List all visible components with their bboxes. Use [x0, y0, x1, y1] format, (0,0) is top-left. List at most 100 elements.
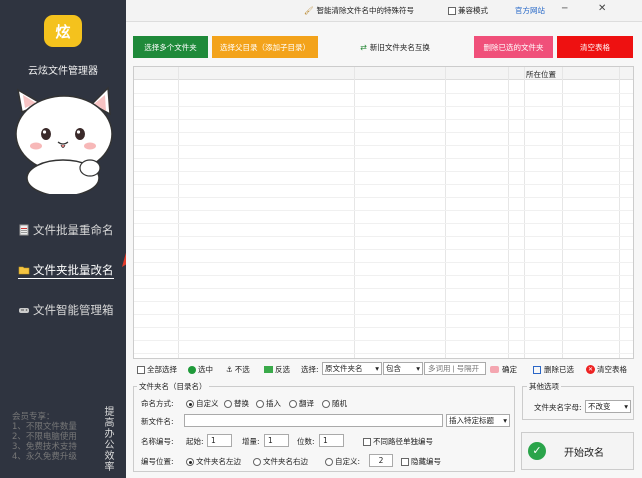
- deselect-button[interactable]: ⚓ 不选: [226, 364, 250, 375]
- case-select[interactable]: 不改变 ▾: [585, 400, 631, 413]
- mode-select-value: 包含: [386, 364, 401, 373]
- chevron-down-icon: ▾: [416, 364, 420, 373]
- member-benefits: 会员专享： 1、不限文件数量 2、不限电脑使用 3、免费技术支持 4、永久免费升…: [12, 412, 77, 462]
- gamepad-icon: [18, 304, 30, 316]
- compat-label: 兼容模式: [458, 6, 488, 15]
- delete-selected-folders-button[interactable]: 删除已选的文件夹: [474, 36, 553, 58]
- logo-text: 炫: [55, 22, 71, 41]
- radio-icon: [289, 399, 297, 408]
- select-parent-dir-button[interactable]: 选择父目录（添加子目录）: [212, 36, 318, 58]
- naming-mode-translate[interactable]: 翻译: [289, 398, 314, 409]
- invert-selection-button[interactable]: 反选: [264, 364, 290, 375]
- official-site-link[interactable]: 官方网站: [515, 5, 545, 16]
- radio-icon: [186, 457, 194, 466]
- app-logo: 炫: [44, 15, 82, 47]
- start-input[interactable]: 1: [207, 434, 232, 447]
- position-left-label: 文件夹名左边: [196, 457, 241, 466]
- checkbox-icon: [401, 457, 409, 466]
- confirm-button[interactable]: 确定: [490, 364, 517, 375]
- options-group-title: 文件夹名（目录名）: [137, 381, 209, 392]
- field-select-value: 原文件夹名: [325, 364, 363, 373]
- case-select-value: 不改变: [588, 402, 611, 411]
- delete-icon: [533, 365, 541, 374]
- confirm-label: 确定: [502, 365, 517, 374]
- clean-label: 智能清除文件名中的特殊符号: [316, 6, 415, 15]
- delete-selected-button[interactable]: 删除已选: [533, 364, 574, 375]
- naming-mode-label-text: 插入: [266, 399, 281, 408]
- position-right-radio[interactable]: 文件夹名右边: [253, 456, 308, 467]
- start-label: 起始:: [186, 437, 204, 446]
- naming-mode-random[interactable]: 随机: [322, 398, 347, 409]
- radio-icon: [186, 399, 194, 408]
- column-header-location: 所在位置: [526, 70, 556, 79]
- select-label: 选中: [198, 365, 213, 374]
- select-button[interactable]: 选中: [188, 364, 213, 375]
- nav-item-folder-rename[interactable]: 文件夹批量改名: [18, 262, 114, 279]
- other-options-title: 其他选项: [527, 381, 561, 392]
- minimize-button[interactable]: ─: [562, 4, 567, 14]
- swap-label: 新旧文件夹名互换: [369, 42, 430, 52]
- clean-special-chars-link[interactable]: 🖌 智能清除文件名中的特殊符号: [304, 5, 414, 16]
- number-position-label: 编号位置:: [141, 457, 174, 466]
- folder-table[interactable]: 所在位置: [133, 66, 634, 359]
- swap-icon: ⇄: [360, 42, 367, 52]
- invert-icon: [264, 366, 273, 373]
- naming-mode-replace[interactable]: 替换: [224, 398, 249, 409]
- benefit-line: 2、不限电脑使用: [12, 432, 77, 442]
- chevron-down-icon: ▾: [375, 364, 379, 373]
- close-button[interactable]: ✕: [598, 3, 606, 14]
- delete-selected-label: 删除已选: [544, 365, 574, 374]
- select-all-label: 全部选择: [147, 365, 177, 374]
- green-dot-icon: [188, 365, 196, 374]
- nav-label: 文件批量重命名: [33, 223, 114, 237]
- chevron-down-icon: ▾: [624, 402, 628, 411]
- numbering-label: 名称编号:: [141, 437, 174, 446]
- nav-label: 文件夹批量改名: [33, 263, 114, 277]
- insert-title-select[interactable]: 插入特定标题 ▾: [446, 414, 510, 427]
- position-custom-label: 自定义:: [335, 457, 361, 466]
- clear-table-link[interactable]: ✕ 清空表格: [586, 364, 627, 375]
- step-label: 增量:: [242, 437, 260, 446]
- new-name-input[interactable]: [184, 414, 443, 427]
- swap-names-button[interactable]: ⇄ 新旧文件夹名互换: [350, 36, 440, 58]
- document-icon: [18, 224, 30, 236]
- benefit-line: 会员专享：: [12, 412, 55, 422]
- start-rename-button[interactable]: ✓ 开始改名: [521, 432, 634, 470]
- brush-icon: 🖌: [304, 6, 314, 15]
- select-all-checkbox[interactable]: 全部选择: [137, 364, 177, 375]
- compat-mode-checkbox[interactable]: 兼容模式: [448, 5, 488, 16]
- filter-input[interactable]: [424, 362, 486, 375]
- mascot-cat-image: [15, 86, 113, 194]
- checkbox-icon: [448, 6, 456, 15]
- naming-mode-insert[interactable]: 插入: [256, 398, 281, 409]
- separate-numbering-label: 不同路径单独编号: [373, 437, 433, 446]
- table-header: [134, 67, 633, 80]
- position-right-label: 文件夹名右边: [263, 457, 308, 466]
- app-title: 云炫文件管理器: [28, 66, 98, 77]
- mode-select[interactable]: 包含 ▾: [383, 362, 423, 375]
- nav-item-smart-manager[interactable]: 文件智能管理箱: [18, 302, 114, 318]
- start-rename-label: 开始改名: [564, 447, 604, 459]
- naming-mode-label-text: 翻译: [299, 399, 314, 408]
- invert-label: 反选: [275, 365, 290, 374]
- custom-position-input[interactable]: 2: [369, 454, 393, 467]
- benefit-line: 1、不限文件数量: [12, 422, 77, 432]
- folder-icon: [18, 264, 30, 276]
- nav-item-file-rename[interactable]: 文件批量重命名: [18, 222, 114, 238]
- anchor-icon: ⚓: [226, 365, 233, 374]
- top-bar: 🖌 智能清除文件名中的特殊符号 兼容模式 官方网站 ─ ✕: [126, 0, 642, 22]
- radio-icon: [322, 399, 330, 408]
- digits-input[interactable]: 1: [319, 434, 344, 447]
- hide-number-label: 隐藏编号: [411, 457, 441, 466]
- position-custom-radio[interactable]: 自定义:: [325, 456, 360, 467]
- step-input[interactable]: 1: [264, 434, 289, 447]
- digits-label: 位数:: [297, 437, 315, 446]
- select-folders-button[interactable]: 选择多个文件夹: [133, 36, 208, 58]
- clear-table-button[interactable]: 清空表格: [557, 36, 633, 58]
- radio-icon: [253, 457, 261, 466]
- field-select[interactable]: 原文件夹名 ▾: [322, 362, 382, 375]
- position-left-radio[interactable]: 文件夹名左边: [186, 456, 241, 467]
- separate-numbering-checkbox[interactable]: 不同路径单独编号: [363, 436, 433, 447]
- hide-number-checkbox[interactable]: 隐藏编号: [401, 456, 441, 467]
- naming-mode-custom[interactable]: 自定义: [186, 398, 219, 409]
